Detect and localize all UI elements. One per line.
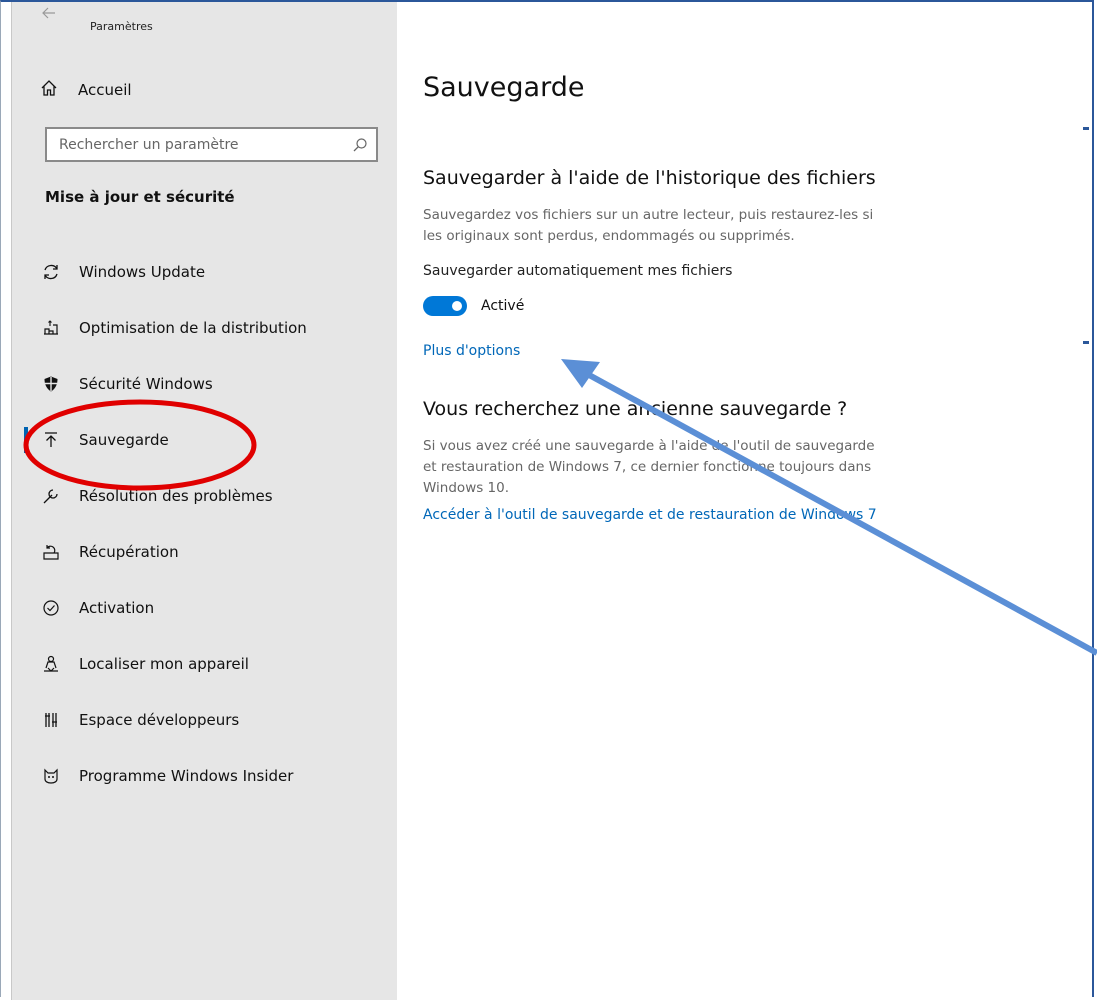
- window-frame: [0, 0, 1094, 997]
